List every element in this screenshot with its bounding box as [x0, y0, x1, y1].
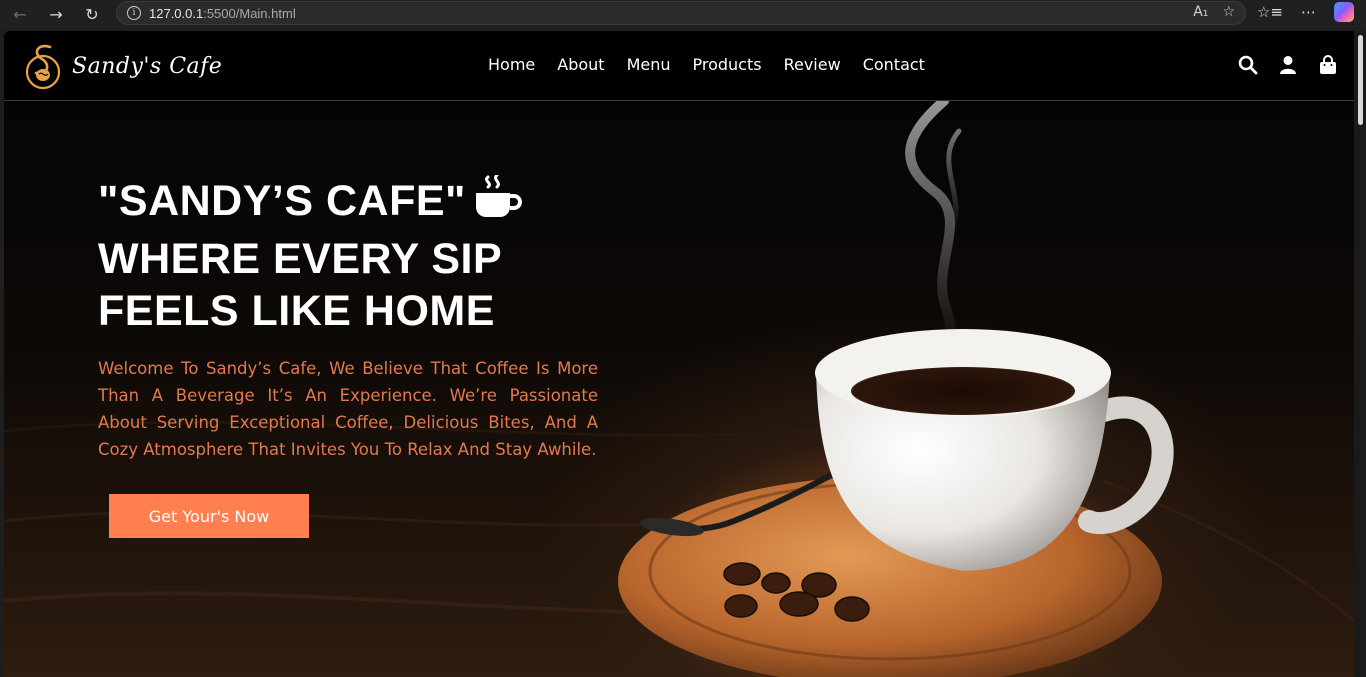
url-text: 127.0.0.1:5500/Main.html [149, 5, 296, 21]
copilot-icon[interactable] [1334, 2, 1354, 22]
hero-content: "SANDY’S CAFE" WHERE EVERY SIP FEELS LIK… [98, 173, 608, 463]
forward-arrow-icon[interactable]: → [44, 2, 68, 26]
nav-products-link[interactable]: Products [693, 55, 762, 74]
site-info-icon[interactable]: i [127, 6, 141, 20]
logo-text: Sandy's Cafe [72, 53, 223, 79]
browser-actions: ☆≡ ⋯ [1257, 2, 1354, 22]
back-arrow-icon[interactable]: ← [8, 2, 32, 26]
nav-review-link[interactable]: Review [784, 55, 841, 74]
page-scrollbar[interactable] [1354, 31, 1366, 677]
read-aloud-icon[interactable]: A₁ [1193, 4, 1208, 20]
reload-icon[interactable]: ↻ [80, 2, 104, 26]
search-icon[interactable] [1238, 55, 1258, 75]
nav-about-link[interactable]: About [557, 55, 604, 74]
shopping-bag-icon[interactable] [1318, 55, 1338, 75]
cafe-logo-icon [25, 44, 61, 90]
address-bar[interactable]: i 127.0.0.1:5500/Main.html A₁ ☆ [116, 1, 1246, 25]
get-yours-now-button[interactable]: Get Your's Now [109, 494, 309, 538]
nav-contact-link[interactable]: Contact [863, 55, 925, 74]
hero-section: "SANDY’S CAFE" WHERE EVERY SIP FEELS LIK… [4, 101, 1354, 677]
more-menu-icon[interactable]: ⋯ [1301, 3, 1316, 21]
hero-title: "SANDY’S CAFE" WHERE EVERY SIP FEELS LIK… [98, 173, 608, 337]
hero-title-line-1: "SANDY’S CAFE" [98, 173, 608, 233]
browser-toolbar: ← → ↻ i 127.0.0.1:5500/Main.html A₁ ☆ ☆≡… [0, 0, 1366, 28]
user-icon[interactable] [1278, 55, 1298, 75]
logo[interactable]: Sandy's Cafe [24, 41, 222, 91]
favorite-star-icon[interactable]: ☆ [1222, 4, 1235, 20]
favorites-list-icon[interactable]: ☆≡ [1257, 3, 1283, 21]
address-actions: A₁ ☆ [1193, 4, 1235, 20]
hero-title-line-3: FEELS LIKE HOME [98, 287, 495, 335]
nav-menu-link[interactable]: Menu [627, 55, 671, 74]
page-viewport: Sandy's Cafe Home About Menu Products Re… [4, 31, 1366, 677]
main-nav: Home About Menu Products Review Contact [488, 55, 925, 74]
scrollbar-thumb[interactable] [1358, 35, 1363, 125]
hero-title-line-2: WHERE EVERY SIP [98, 235, 503, 283]
hero-description: Welcome To Sandy’s Cafe, We Believe That… [98, 359, 598, 459]
coffee-cup-icon [474, 173, 524, 233]
header-icons [1238, 55, 1338, 75]
site-header: Sandy's Cafe Home About Menu Products Re… [4, 31, 1354, 101]
nav-home-link[interactable]: Home [488, 55, 535, 74]
